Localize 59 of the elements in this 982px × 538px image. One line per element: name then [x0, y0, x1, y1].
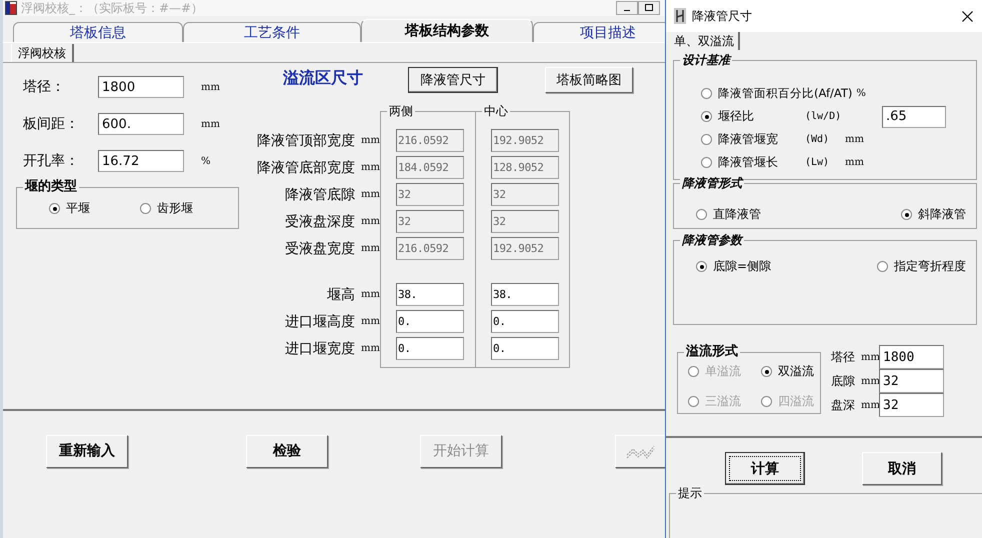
unit-label: mm — [845, 134, 864, 145]
field-label: 降液管底隙 — [285, 186, 356, 204]
symbol-label: (lw/D) — [805, 111, 842, 122]
unit-label: mm — [201, 82, 220, 92]
radio-label: 三溢流 — [705, 393, 741, 410]
unit-label: mm — [361, 343, 380, 354]
field-label: 开孔率： — [22, 152, 80, 170]
group-title: 降液管参数 — [680, 232, 744, 248]
radio-label: 平堰 — [66, 200, 90, 217]
unit-label: mm — [861, 376, 879, 386]
field-label: 进口堰高度 — [285, 312, 356, 330]
radio-label: 单溢流 — [705, 363, 741, 380]
section-title: 溢流区尺寸 — [283, 68, 363, 89]
field-label: 受液盘宽度 — [285, 240, 356, 258]
unit-label: mm — [361, 289, 380, 300]
group-title: 提示 — [676, 485, 704, 501]
unit-label: mm — [361, 162, 380, 173]
radio-label: 堰径比 — [718, 108, 754, 125]
unit-label: mm — [861, 352, 879, 362]
group-title: 降液管形式 — [680, 175, 744, 191]
group-title: 设计基准 — [680, 52, 732, 68]
radio-label: 指定弯折程度 — [894, 258, 966, 275]
unit-label: mm — [361, 216, 380, 227]
field-label: 底隙 — [831, 372, 856, 390]
unit-label: mm — [845, 157, 864, 168]
field-label: 板间距： — [22, 115, 80, 133]
group-title: 中心 — [482, 103, 510, 119]
radio-label: 四溢流 — [778, 393, 814, 410]
radio-label: 降液管面积百分比(Af/AT) — [718, 86, 852, 101]
group-title: 溢流形式 — [684, 344, 740, 360]
unit-label: % — [856, 88, 866, 99]
field-label: 降液管底部宽度 — [257, 158, 356, 176]
radio-label: 齿形堰 — [157, 200, 193, 217]
unit-label: mm — [201, 118, 220, 130]
radio-label: 直降液管 — [713, 206, 761, 223]
field-label: 进口堰宽度 — [285, 340, 356, 358]
unit-label: mm — [361, 243, 380, 254]
field-label: 塔径： — [22, 78, 66, 96]
radio-label: 降液管堰宽 — [718, 131, 778, 148]
unit-label: mm — [361, 135, 380, 146]
radio-label: 斜降液管 — [918, 206, 966, 223]
unit-label: mm — [361, 189, 380, 200]
radio-label: 双溢流 — [778, 363, 814, 380]
unit-label: mm — [361, 316, 380, 327]
field-label: 塔径 — [831, 348, 856, 366]
symbol-label: (Lw) — [805, 157, 830, 168]
window-title: 浮阀校核_：（实际板号：#—#） — [21, 0, 204, 16]
field-label: 降液管顶部宽度 — [257, 132, 356, 150]
radio-label: 底隙=侧隙 — [713, 258, 772, 275]
group-title: 两侧 — [387, 103, 415, 119]
unit-label: mm — [861, 400, 879, 410]
unit-label: % — [201, 156, 211, 166]
field-label: 受液盘深度 — [285, 212, 356, 230]
group-title: 堰的类型 — [23, 179, 79, 195]
window-title: 降液管尺寸 — [692, 8, 752, 24]
field-label: 堰高 — [327, 286, 356, 304]
field-label: 盘深 — [831, 396, 856, 414]
radio-label: 降液管堰长 — [718, 154, 778, 171]
symbol-label: (Wd) — [805, 134, 830, 145]
